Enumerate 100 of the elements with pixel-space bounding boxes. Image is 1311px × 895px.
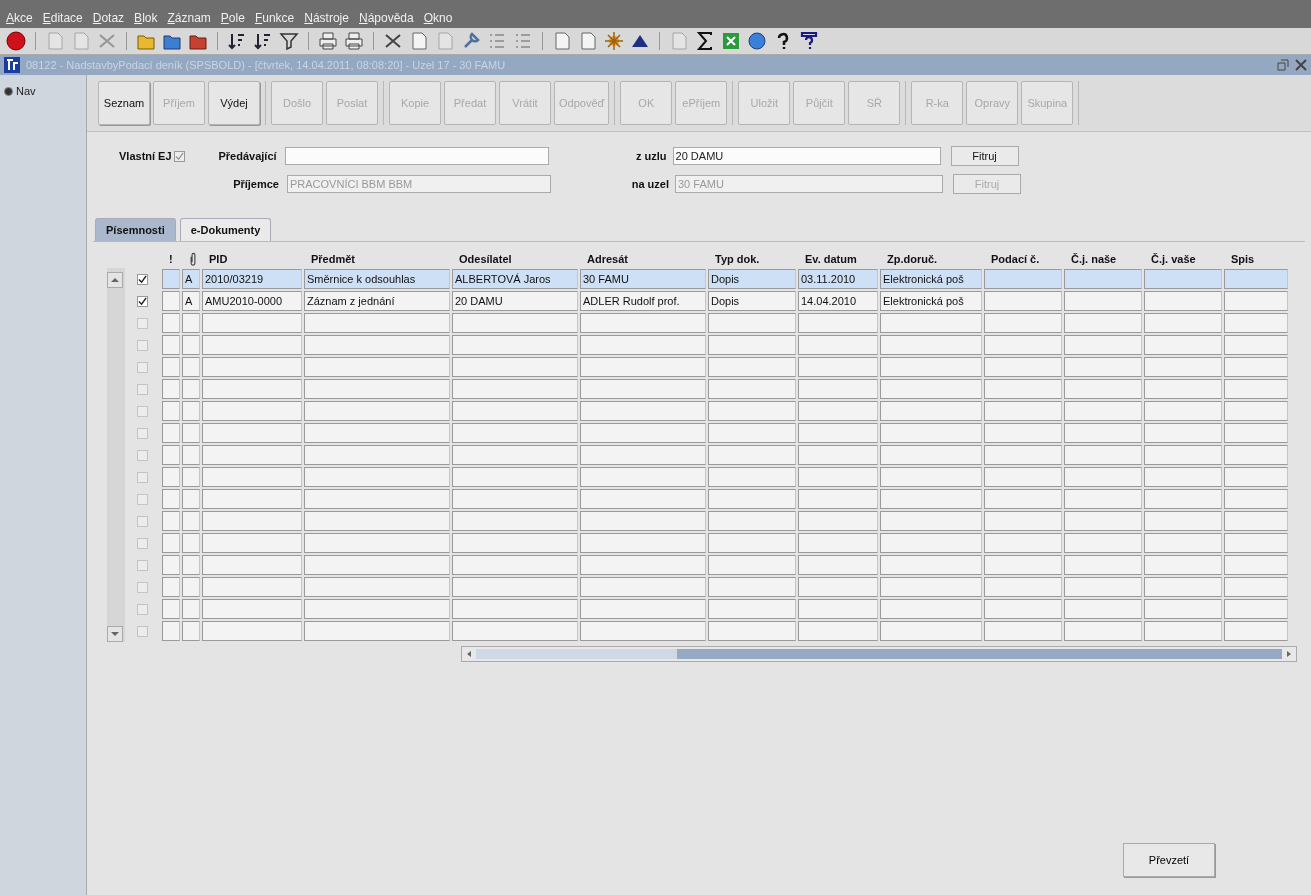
table-cell[interactable] bbox=[1144, 533, 1222, 553]
table-cell[interactable] bbox=[1064, 577, 1142, 597]
table-cell[interactable]: Dopis bbox=[708, 291, 796, 311]
table-cell[interactable] bbox=[1224, 313, 1288, 333]
menu-item[interactable]: Akce bbox=[6, 11, 33, 25]
table-cell[interactable] bbox=[304, 313, 450, 333]
table-cell[interactable] bbox=[708, 401, 796, 421]
table-cell[interactable] bbox=[984, 599, 1062, 619]
table-cell[interactable] bbox=[880, 621, 982, 641]
table-cell[interactable] bbox=[580, 533, 706, 553]
table-cell[interactable] bbox=[984, 291, 1062, 311]
table-cell[interactable] bbox=[1224, 599, 1288, 619]
close-icon[interactable] bbox=[1295, 59, 1307, 71]
menu-item[interactable]: Dotaz bbox=[92, 11, 125, 25]
table-cell[interactable] bbox=[304, 467, 450, 487]
table-cell[interactable] bbox=[452, 401, 578, 421]
table-cell[interactable] bbox=[580, 379, 706, 399]
table-cell[interactable] bbox=[182, 621, 200, 641]
table-cell[interactable] bbox=[1144, 401, 1222, 421]
restore-icon[interactable] bbox=[1277, 59, 1289, 71]
menu-item[interactable]: Pole bbox=[220, 11, 245, 25]
table-cell[interactable] bbox=[708, 555, 796, 575]
table-cell[interactable] bbox=[984, 423, 1062, 443]
table-cell[interactable] bbox=[798, 577, 878, 597]
table-cell[interactable] bbox=[1144, 269, 1222, 289]
table-cell[interactable] bbox=[1064, 489, 1142, 509]
table-cell[interactable] bbox=[798, 401, 878, 421]
input-field[interactable]: 20 DAMU bbox=[672, 147, 941, 165]
table-cell[interactable] bbox=[984, 511, 1062, 531]
table-cell[interactable] bbox=[202, 335, 302, 355]
table-cell[interactable] bbox=[798, 423, 878, 443]
menu-item[interactable]: Záznam bbox=[167, 11, 211, 25]
table-cell[interactable] bbox=[984, 621, 1062, 641]
table-cell[interactable]: 20 DAMU bbox=[452, 291, 578, 311]
table-cell[interactable] bbox=[1144, 599, 1222, 619]
table-cell[interactable] bbox=[1064, 401, 1142, 421]
action-button[interactable]: Seznam bbox=[98, 81, 150, 125]
scroll-up-icon[interactable] bbox=[107, 272, 123, 288]
table-cell[interactable] bbox=[182, 577, 200, 597]
table-cell[interactable] bbox=[1224, 357, 1288, 377]
table-cell[interactable] bbox=[1064, 621, 1142, 641]
table-cell[interactable] bbox=[202, 599, 302, 619]
table-cell[interactable] bbox=[1064, 445, 1142, 465]
table-cell[interactable] bbox=[452, 511, 578, 531]
table-cell[interactable] bbox=[452, 489, 578, 509]
scroll-down-icon[interactable] bbox=[107, 626, 123, 642]
table-cell[interactable] bbox=[580, 335, 706, 355]
table-cell[interactable] bbox=[708, 313, 796, 333]
table-cell[interactable] bbox=[1144, 489, 1222, 509]
list-icon[interactable] bbox=[513, 31, 533, 51]
table-cell[interactable] bbox=[1064, 599, 1142, 619]
table-cell[interactable] bbox=[880, 533, 982, 553]
table-cell[interactable] bbox=[984, 445, 1062, 465]
table-cell[interactable] bbox=[708, 511, 796, 531]
sort-descending-icon[interactable] bbox=[253, 31, 273, 51]
table-cell[interactable] bbox=[984, 533, 1062, 553]
table-cell[interactable] bbox=[182, 599, 200, 619]
table-cell[interactable] bbox=[182, 357, 200, 377]
table-cell[interactable] bbox=[1144, 379, 1222, 399]
table-cell[interactable] bbox=[880, 511, 982, 531]
table-cell[interactable] bbox=[452, 313, 578, 333]
table-cell[interactable] bbox=[304, 423, 450, 443]
table-cell[interactable] bbox=[798, 467, 878, 487]
table-cell[interactable]: Směrnice k odsouhlas bbox=[304, 269, 450, 289]
table-cell[interactable] bbox=[1224, 335, 1288, 355]
menu-item[interactable]: Editace bbox=[42, 11, 83, 25]
list-icon[interactable] bbox=[487, 31, 507, 51]
table-cell[interactable] bbox=[880, 599, 982, 619]
table-cell[interactable] bbox=[202, 467, 302, 487]
table-cell[interactable] bbox=[708, 489, 796, 509]
table-cell[interactable] bbox=[984, 269, 1062, 289]
table-cell[interactable]: Elektronická poš bbox=[880, 291, 982, 311]
table-cell[interactable] bbox=[708, 357, 796, 377]
table-cell[interactable] bbox=[304, 621, 450, 641]
table-cell[interactable] bbox=[798, 599, 878, 619]
table-cell[interactable]: 30 FAMU bbox=[580, 269, 706, 289]
table-cell[interactable] bbox=[798, 621, 878, 641]
table-cell[interactable] bbox=[1144, 445, 1222, 465]
table-cell[interactable] bbox=[202, 401, 302, 421]
table-cell[interactable] bbox=[984, 467, 1062, 487]
printer-icon[interactable] bbox=[318, 31, 338, 51]
table-cell[interactable] bbox=[452, 379, 578, 399]
table-cell[interactable] bbox=[304, 555, 450, 575]
table-cell[interactable] bbox=[580, 467, 706, 487]
globe-icon[interactable] bbox=[747, 31, 767, 51]
table-cell[interactable] bbox=[1224, 577, 1288, 597]
table-cell[interactable] bbox=[1224, 467, 1288, 487]
table-cell[interactable] bbox=[1144, 357, 1222, 377]
table-cell[interactable] bbox=[304, 577, 450, 597]
table-cell[interactable] bbox=[1144, 423, 1222, 443]
table-cell[interactable] bbox=[182, 467, 200, 487]
table-cell[interactable] bbox=[452, 467, 578, 487]
table-cell[interactable] bbox=[580, 313, 706, 333]
table-cell[interactable] bbox=[708, 621, 796, 641]
table-cell[interactable] bbox=[984, 379, 1062, 399]
table-cell[interactable] bbox=[798, 357, 878, 377]
printer-icon[interactable] bbox=[344, 31, 364, 51]
table-cell[interactable] bbox=[580, 423, 706, 443]
table-cell[interactable] bbox=[202, 313, 302, 333]
table-cell[interactable] bbox=[880, 555, 982, 575]
